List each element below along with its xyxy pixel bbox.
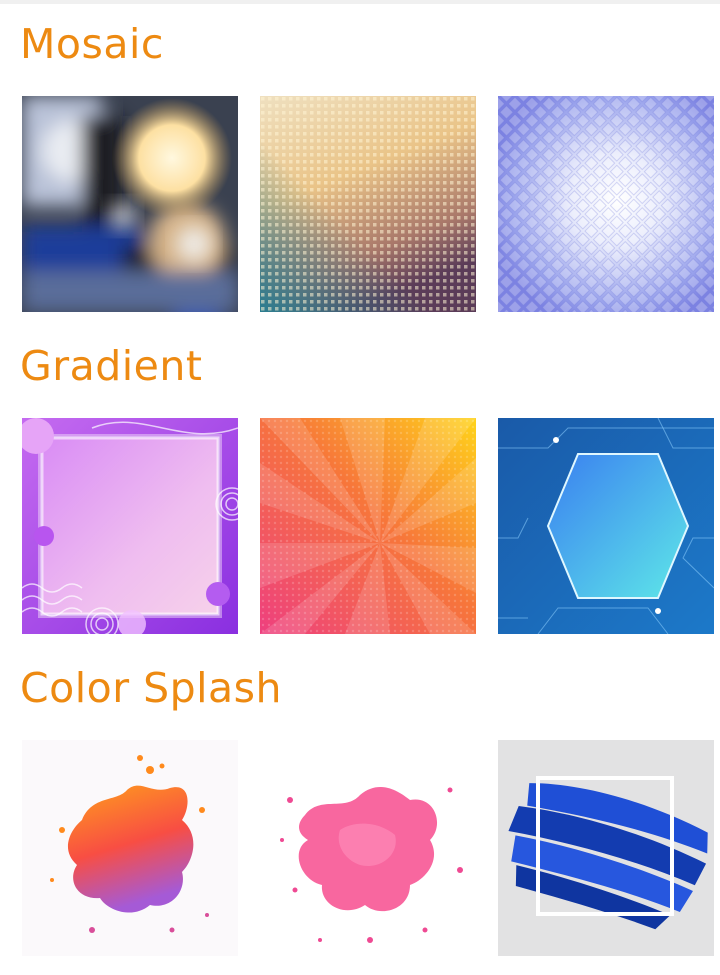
tile-mosaic-golden-dots[interactable] bbox=[260, 96, 476, 312]
blue-glow-image bbox=[498, 96, 714, 312]
tile-gradient-sunburst[interactable] bbox=[260, 418, 476, 634]
tile-row bbox=[22, 96, 720, 312]
tile-mosaic-bokeh[interactable] bbox=[22, 96, 238, 312]
tile-gradient-blue-hexagon[interactable] bbox=[498, 418, 714, 634]
orange-splash-image bbox=[22, 740, 238, 956]
tile-splash-blue-brush[interactable] bbox=[498, 740, 714, 956]
blue-brush-image bbox=[498, 740, 714, 956]
section-title: Mosaic bbox=[20, 20, 164, 68]
sunburst-image bbox=[260, 418, 476, 634]
tile-row bbox=[22, 418, 720, 634]
bokeh-image bbox=[22, 96, 238, 312]
tile-row bbox=[22, 740, 720, 956]
purple-frame-image bbox=[22, 418, 238, 634]
tile-mosaic-blue-glow[interactable] bbox=[498, 96, 714, 312]
section-title: Gradient bbox=[20, 342, 203, 390]
pink-splash-image bbox=[260, 740, 476, 956]
tile-splash-orange[interactable] bbox=[22, 740, 238, 956]
top-divider bbox=[0, 0, 720, 4]
section-title: Color Splash bbox=[20, 664, 282, 712]
blue-hexagon-image bbox=[498, 418, 714, 634]
tile-gradient-purple-frame[interactable] bbox=[22, 418, 238, 634]
golden-dots-image bbox=[260, 96, 476, 312]
tile-splash-pink[interactable] bbox=[260, 740, 476, 956]
